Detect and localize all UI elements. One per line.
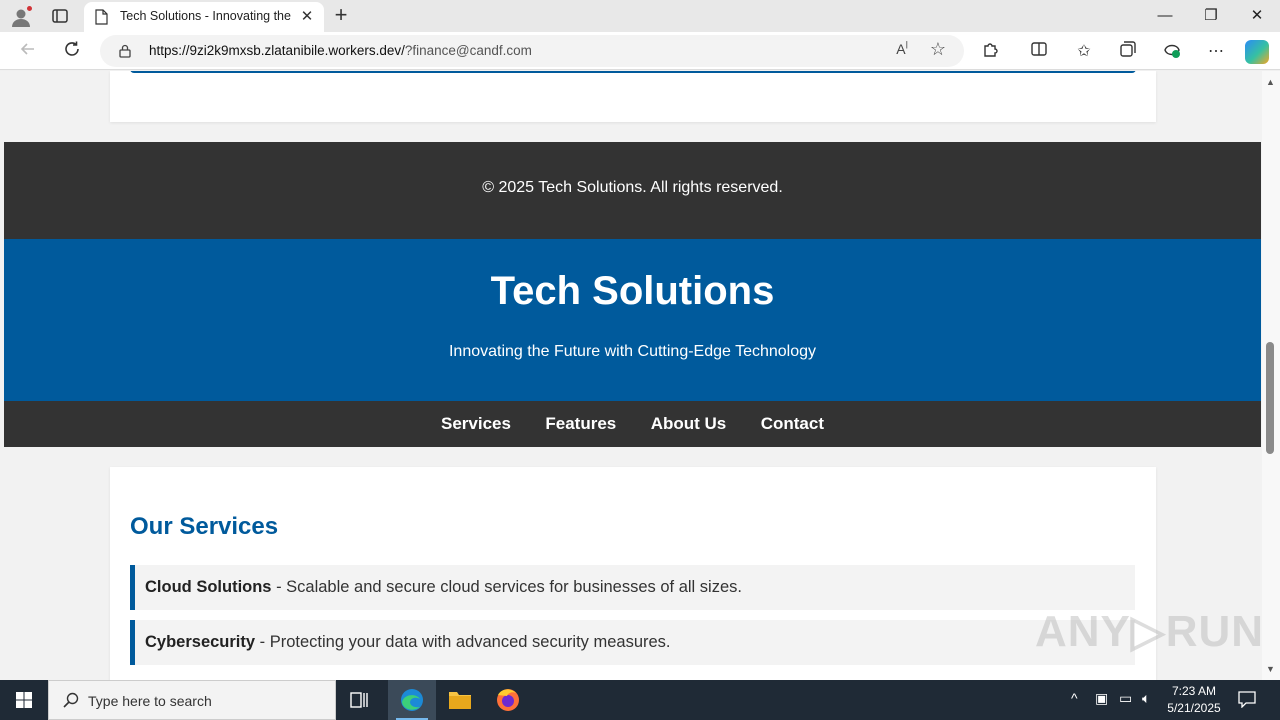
nav-contact[interactable]: Contact bbox=[761, 401, 824, 447]
more-icon[interactable]: ⋯ bbox=[1204, 40, 1228, 64]
meet-now-icon[interactable]: ▣ bbox=[1095, 690, 1108, 707]
network-icon[interactable]: ▭ bbox=[1119, 690, 1132, 707]
refresh-icon[interactable] bbox=[60, 40, 84, 64]
clock-time: 7:23 AM bbox=[1171, 684, 1217, 698]
nav-services[interactable]: Services bbox=[441, 401, 511, 447]
tabs-icon[interactable] bbox=[50, 6, 70, 26]
anyrun-watermark: ANY▷RUN bbox=[1035, 607, 1262, 656]
back-icon[interactable] bbox=[16, 40, 40, 64]
active-tab[interactable]: Tech Solutions - Innovating the Future ✕ bbox=[84, 2, 324, 32]
search-icon bbox=[63, 692, 79, 708]
clock-date: 5/21/2025 bbox=[1167, 701, 1221, 715]
service-name: Cloud Solutions bbox=[145, 578, 272, 596]
browser-tab-bar: Tech Solutions - Innovating the Future ✕… bbox=[0, 0, 1280, 32]
search-placeholder: Type here to search bbox=[88, 693, 212, 709]
favorite-star-icon[interactable]: ☆ bbox=[930, 39, 946, 60]
address-bar[interactable]: https://9zi2k9mxsb.zlatanibile.workers.d… bbox=[100, 35, 964, 67]
service-desc: - Scalable and secure cloud services for… bbox=[271, 578, 742, 596]
profile-icon[interactable] bbox=[10, 5, 33, 28]
services-section: Our Services Cloud Solutions - Scalable … bbox=[110, 467, 1156, 680]
services-heading: Our Services bbox=[130, 513, 279, 540]
taskbar-clock[interactable]: 7:23 AM 5/21/2025 bbox=[1164, 683, 1224, 717]
extensions-icon[interactable] bbox=[979, 40, 1003, 64]
split-screen-icon[interactable] bbox=[1027, 40, 1051, 64]
page-icon bbox=[95, 9, 108, 25]
scroll-down-icon[interactable]: ▼ bbox=[1266, 664, 1275, 674]
site-header: Tech Solutions Innovating the Future wit… bbox=[4, 239, 1261, 401]
performance-icon[interactable] bbox=[1160, 40, 1184, 64]
volume-icon[interactable]: 🔈︎ bbox=[1142, 690, 1150, 707]
service-name: Cybersecurity bbox=[145, 633, 256, 651]
close-tab-icon[interactable]: ✕ bbox=[298, 8, 316, 26]
nav-features[interactable]: Features bbox=[545, 401, 616, 447]
url-text[interactable]: https://9zi2k9mxsb.zlatanibile.workers.d… bbox=[149, 43, 532, 58]
site-title: Tech Solutions bbox=[490, 269, 775, 313]
new-tab-button[interactable]: + bbox=[330, 4, 352, 26]
copilot-icon[interactable] bbox=[1245, 40, 1269, 64]
windows-start-icon[interactable] bbox=[0, 680, 48, 720]
service-item: Cloud Solutions - Scalable and secure cl… bbox=[130, 565, 1135, 610]
footer-copyright: © 2025 Tech Solutions. All rights reserv… bbox=[482, 179, 783, 196]
collections-icon[interactable] bbox=[1116, 40, 1140, 64]
task-view-icon[interactable] bbox=[336, 680, 384, 720]
edge-icon[interactable] bbox=[388, 680, 436, 720]
read-aloud-icon[interactable]: Aꟾ bbox=[896, 41, 908, 57]
restore-button[interactable]: ❐ bbox=[1188, 0, 1234, 32]
service-item: Cybersecurity - Protecting your data wit… bbox=[130, 620, 1135, 665]
scroll-thumb[interactable] bbox=[1266, 342, 1274, 454]
browser-toolbar: https://9zi2k9mxsb.zlatanibile.workers.d… bbox=[0, 32, 1280, 70]
tab-title: Tech Solutions - Innovating the Future bbox=[120, 9, 292, 23]
vertical-scrollbar[interactable]: ▲ ▼ bbox=[1262, 71, 1280, 680]
service-desc: - Protecting your data with advanced sec… bbox=[255, 633, 671, 651]
tray-chevron-icon[interactable]: ^ bbox=[1071, 690, 1078, 706]
scroll-up-icon[interactable]: ▲ bbox=[1266, 77, 1275, 87]
page-viewport: © 2025 Tech Solutions. All rights reserv… bbox=[0, 71, 1262, 680]
site-tagline: Innovating the Future with Cutting-Edge … bbox=[448, 343, 817, 360]
windows-taskbar: Type here to search ^ ▣ ▭ 🔈︎ 7:23 AM 5/2… bbox=[0, 680, 1280, 720]
minimize-button[interactable]: — bbox=[1142, 0, 1188, 32]
lock-icon[interactable] bbox=[118, 44, 132, 58]
window-close-button[interactable]: ✕ bbox=[1234, 0, 1280, 32]
firefox-icon[interactable] bbox=[484, 680, 532, 720]
taskbar-search[interactable]: Type here to search bbox=[48, 680, 336, 720]
notification-icon[interactable] bbox=[1237, 690, 1257, 709]
site-nav: Services Features About Us Contact bbox=[4, 401, 1261, 447]
page-footer: © 2025 Tech Solutions. All rights reserv… bbox=[4, 142, 1261, 239]
nav-about-us[interactable]: About Us bbox=[651, 401, 727, 447]
favorites-icon[interactable]: ✩ bbox=[1072, 40, 1096, 64]
form-button-edge[interactable] bbox=[130, 71, 1136, 73]
file-explorer-icon[interactable] bbox=[436, 680, 484, 720]
previous-section-card bbox=[110, 71, 1156, 122]
